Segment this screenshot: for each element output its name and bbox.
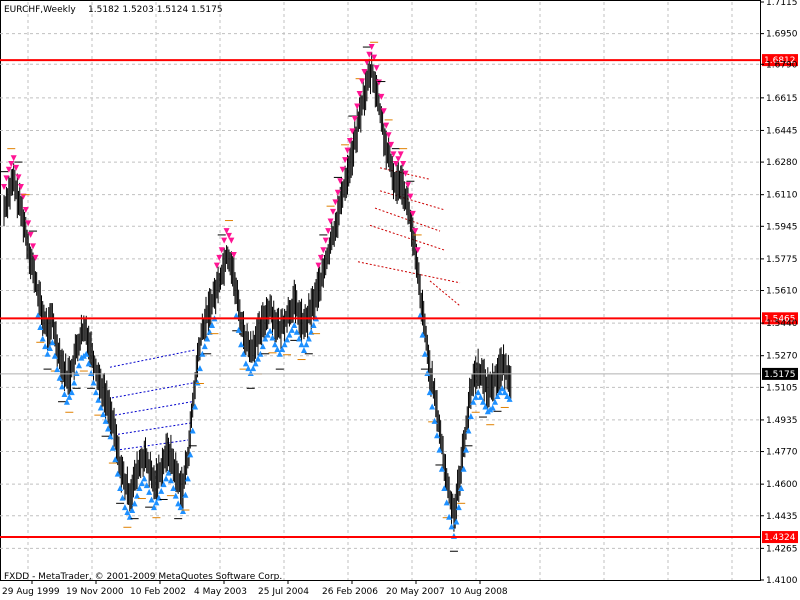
sell-arrow [359,78,366,85]
price-tick-label: 1.6445 [766,126,798,136]
buy-arrow [298,341,305,348]
sell-arrow [373,65,380,72]
buy-arrow [71,379,78,386]
price-chart[interactable]: 1.68121.54651.43241.5175 1.71151.69501.6… [0,0,800,600]
sell-trendline [429,280,461,307]
buy-arrow [158,487,165,494]
time-tick-label: 4 May 2003 [194,587,247,597]
buy-trendline [114,401,193,416]
time-tick-label: 10 Aug 2008 [450,587,508,597]
sell-arrow [17,183,24,190]
time-tick-label: 26 Feb 2006 [322,587,378,597]
price-tick-label: 1.4435 [766,512,798,522]
price-tick-label: 1.6615 [766,94,798,104]
buy-arrow [305,335,312,342]
price-tick-label: 1.5440 [766,319,798,329]
buy-arrow [134,492,141,499]
buy-arrow [242,360,249,367]
price-tick-label: 1.4935 [766,416,798,426]
price-tick-label: 1.6790 [766,60,798,70]
sell-arrow [228,237,235,244]
price-tick-label: 1.6950 [766,30,798,40]
current-price-label: 1.5175 [764,370,796,380]
buy-trendline [111,382,196,399]
buy-trendline [119,439,189,451]
sell-arrow [327,218,334,225]
time-tick-label: 25 Jul 2004 [258,587,309,597]
sell-arrow [315,262,322,269]
sell-trendline [357,261,461,284]
chart-title: EURCHF,Weekly [4,5,76,15]
sell-arrow [322,237,329,244]
time-axis: 29 Aug 1999 19 Nov 2000 10 Feb 2002 4 May 2… [2,580,508,597]
candles [3,52,512,532]
sell-arrow [213,262,220,269]
price-tick-label: 1.7115 [766,0,798,8]
price-tick-label: 1.4600 [766,480,798,490]
buy-arrow [75,362,82,369]
time-tick-label: 19 Nov 2000 [66,587,124,597]
grid [0,0,761,581]
buy-arrow [141,475,148,482]
sell-arrow [221,237,228,244]
sell-arrow [404,182,411,189]
buy-arrow [44,350,51,357]
time-tick-label: 20 May 2007 [386,587,445,597]
level-price-label: 1.4324 [764,533,796,543]
buy-arrow [271,341,278,348]
price-tick-label: 1.4770 [766,448,798,458]
price-tick-label: 1.4265 [766,544,798,554]
buy-arrow [117,484,124,491]
metatrader-chart-window[interactable]: 1.6812 1.5465 1.4324 1.5175 1.7115 1.6950 1.6… [0,0,800,600]
buy-arrow [39,335,46,342]
price-axis: 1.7115 1.6950 1.6790 1.6615 1.6445 1.6280 1.61… [760,0,798,586]
buy-arrow [303,341,310,348]
buy-arrow [201,343,208,350]
price-tick-label: 1.5105 [766,383,798,393]
buy-trendline [109,349,196,368]
sell-arrow [216,254,223,261]
signal-arrows [0,41,513,552]
sell-arrow [10,155,17,162]
price-tick-label: 1.4100 [766,576,798,586]
sell-arrow [15,174,22,181]
buy-arrow [61,391,68,398]
price-tick-label: 1.5945 [766,222,798,232]
copyright-text: FXDD - MetaTrader, © 2001-2009 MetaQuote… [4,572,282,582]
price-tick-label: 1.5610 [766,287,798,297]
price-tick-label: 1.6110 [766,191,798,201]
buy-arrow [146,488,153,495]
ohlc-readout: 1.5182 1.5203 1.5124 1.5175 [88,5,223,15]
buy-arrow [300,346,307,353]
price-tick-label: 1.5775 [766,255,798,265]
time-tick-label: 10 Feb 2002 [130,587,186,597]
buy-arrow [121,504,128,511]
buy-arrow [163,475,170,482]
price-tick-label: 1.6280 [766,158,798,168]
price-tick-label: 1.5270 [766,352,798,362]
sell-trendline [369,224,446,251]
buy-trendline [117,422,193,435]
time-tick-label: 29 Aug 1999 [2,587,60,597]
